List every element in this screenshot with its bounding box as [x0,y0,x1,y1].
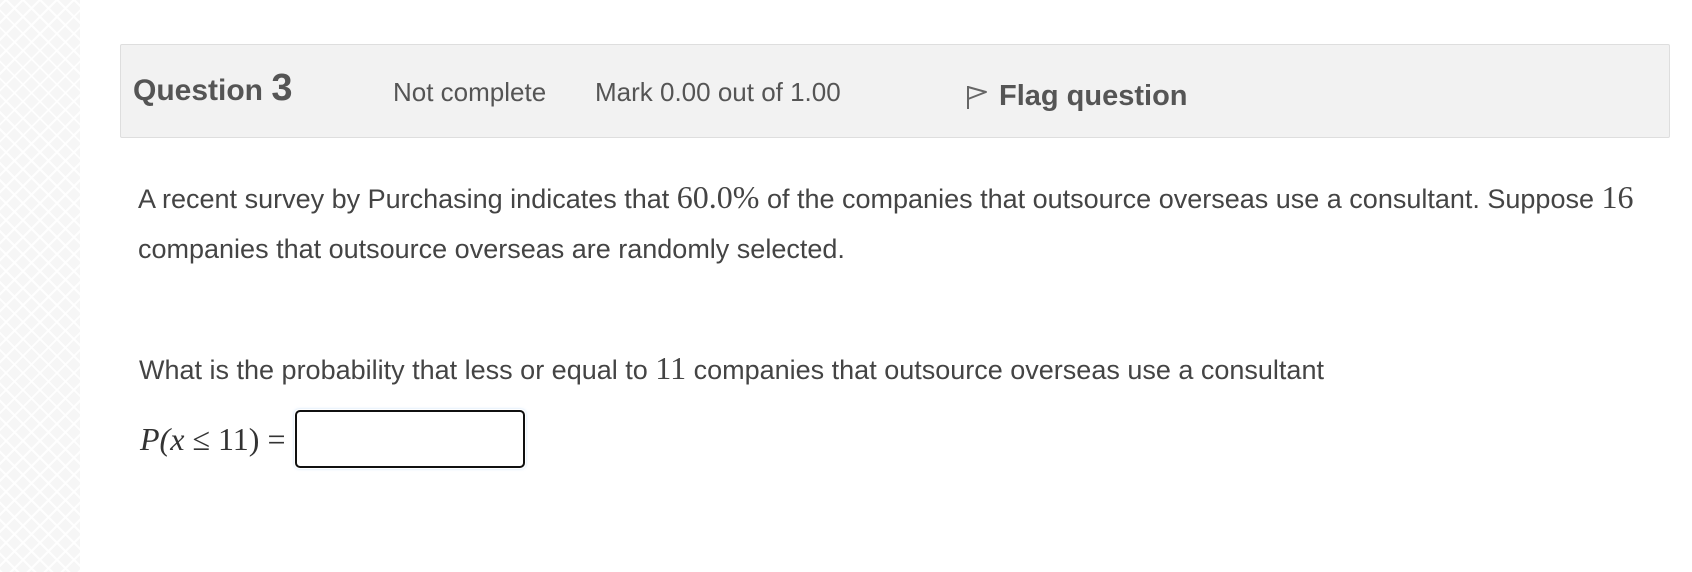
flag-icon [965,73,989,119]
question-number-value: 3 [271,67,293,109]
probability-expression: P(x ≤ 11) = [140,421,285,458]
expression-rest: ≤ 11) = [184,420,286,457]
prompt-text-part: What is the probability that less or equ… [139,355,656,385]
question-info-header: Question 3 Not complete Mark 0.00 out of… [120,44,1670,138]
question-text-part: companies that outsource overseas are ra… [138,234,845,264]
question-number: Question 3 [133,67,293,110]
question-text: A recent survey by Purchasing indicates … [138,172,1638,274]
threshold-value: 11 [655,350,687,386]
sample-size-value: 16 [1601,179,1634,215]
question-text-part: of the companies that outsource overseas… [759,184,1602,214]
question-text-part: A recent survey by Purchasing indicates … [138,184,677,214]
prompt-text-part: companies that outsource overseas use a … [686,355,1324,385]
flag-question-label: Flag question [999,79,1188,112]
expression-variable: x [170,420,185,457]
question-prompt: What is the probability that less or equ… [139,350,1324,387]
expression-prefix: P( [140,420,171,457]
flag-question-link[interactable]: Flag question [965,73,1188,119]
question-label: Question [133,74,264,107]
question-state: Not complete [393,77,547,107]
percent-value: 60.0% [676,179,760,215]
page-background-pattern [0,0,80,572]
answer-row: P(x ≤ 11) = [140,409,527,469]
question-grade: Mark 0.00 out of 1.00 [595,77,841,107]
answer-input[interactable] [294,409,527,469]
